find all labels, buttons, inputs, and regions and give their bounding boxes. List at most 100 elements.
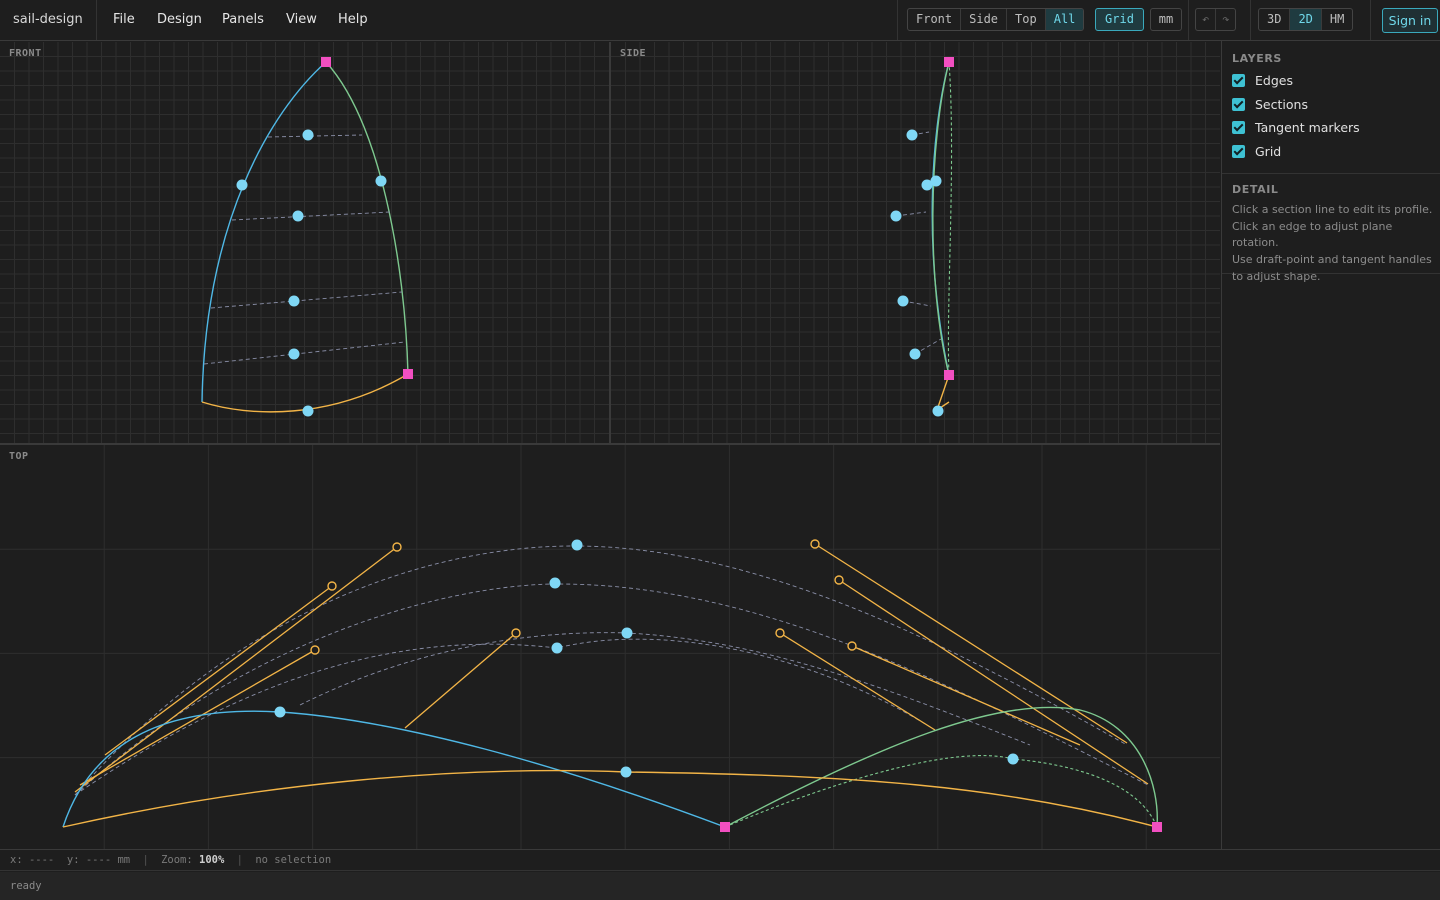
checkbox-checked-icon[interactable] [1232, 74, 1245, 88]
layer-tangent-markers-toggle[interactable]: Tangent markers [1232, 116, 1440, 140]
section-line[interactable] [210, 291, 403, 309]
draft-point-handle[interactable] [288, 295, 300, 307]
tangent-handle[interactable] [392, 542, 402, 552]
front-grid [0, 42, 609, 443]
sidebar: LAYERS Edges Sections Tangent markers Gr… [1221, 41, 1440, 849]
tangent-handle[interactable] [327, 581, 337, 591]
tangent-handle[interactable] [775, 628, 785, 638]
tangent-marker[interactable] [104, 585, 333, 756]
detail-line: to adjust shape. [1232, 269, 1321, 283]
checkbox-checked-icon[interactable] [1232, 97, 1245, 111]
menu-design[interactable]: Design [157, 12, 202, 27]
status-separator: | [142, 854, 149, 866]
top-grid [0, 445, 1220, 849]
draft-point-handle[interactable] [302, 129, 314, 141]
redo-icon[interactable]: ↷ [1216, 9, 1235, 30]
detail-line: Use draft-point and tangent handles [1232, 253, 1432, 267]
draft-point-handle[interactable] [551, 642, 563, 654]
leech-edge-projection[interactable] [724, 755, 1158, 828]
menu-view[interactable]: View [286, 12, 317, 27]
status-separator: | [236, 854, 243, 866]
mode-3d-button[interactable]: 3D [1259, 9, 1291, 30]
section-line[interactable] [74, 583, 1149, 796]
draft-point-handle[interactable] [897, 295, 909, 307]
layers-title: LAYERS [1232, 52, 1282, 65]
leech-edge-projection[interactable] [947, 61, 953, 376]
draft-point-handle[interactable] [906, 129, 918, 141]
clew-corner-point[interactable] [403, 369, 413, 379]
grid-toggle-button[interactable]: Grid [1095, 8, 1144, 31]
footer-log: ready [0, 872, 1440, 900]
tangent-handle[interactable] [847, 641, 857, 651]
edge-handle[interactable] [1007, 753, 1019, 765]
cursor-coords: x: ---- y: ---- mm [10, 854, 131, 866]
front-canvas[interactable] [0, 42, 609, 443]
view-all-button[interactable]: All [1045, 9, 1084, 30]
tangent-marker[interactable] [79, 649, 316, 786]
tangent-handle[interactable] [834, 575, 844, 585]
top-viewport[interactable]: TOP [0, 445, 1220, 849]
draft-point-handle[interactable] [549, 577, 561, 589]
section-line[interactable] [299, 632, 1031, 746]
head-corner-point[interactable] [321, 57, 331, 67]
edge-handle[interactable] [620, 766, 632, 778]
draft-point-handle[interactable] [288, 348, 300, 360]
side-canvas[interactable] [611, 42, 1220, 443]
menu-file[interactable]: File [113, 12, 135, 27]
edge-handle[interactable] [932, 405, 944, 417]
leech-edge[interactable] [325, 61, 409, 375]
head-corner-point[interactable] [944, 57, 954, 67]
draft-point-handle[interactable] [909, 348, 921, 360]
view-front-button[interactable]: Front [908, 9, 962, 30]
edge-handle[interactable] [375, 175, 387, 187]
draft-point-handle[interactable] [292, 210, 304, 222]
tangent-marker[interactable] [851, 645, 1081, 746]
view-switcher: Front Side Top All [907, 8, 1085, 31]
history-group: ↶ ↷ [1195, 8, 1237, 31]
layer-sections-toggle[interactable]: Sections [1232, 93, 1440, 117]
clew-corner-point[interactable] [944, 370, 954, 380]
mode-2d-button[interactable]: 2D [1290, 9, 1322, 30]
mode-hm-button[interactable]: HM [1322, 9, 1352, 30]
draft-point-handle[interactable] [621, 627, 633, 639]
layer-grid-toggle[interactable]: Grid [1232, 140, 1440, 164]
luff-edge[interactable] [201, 61, 327, 403]
draft-point-handle[interactable] [571, 539, 583, 551]
tangent-handle[interactable] [810, 539, 820, 549]
menu-panels[interactable]: Panels [222, 12, 264, 27]
view-top-button[interactable]: Top [1007, 9, 1046, 30]
signin-button[interactable]: Sign in [1382, 8, 1438, 33]
zoom-prefix: Zoom: [161, 854, 193, 866]
unit-button[interactable]: mm [1150, 8, 1182, 31]
tangent-handle[interactable] [310, 645, 320, 655]
tangent-marker[interactable] [74, 546, 398, 793]
side-grid [611, 42, 1220, 443]
selection-status: no selection [255, 854, 332, 866]
clew-corner-point[interactable] [1152, 822, 1162, 832]
foot-edge[interactable] [62, 769, 1158, 828]
tangent-marker[interactable] [404, 632, 517, 729]
top-canvas[interactable] [0, 445, 1220, 849]
draft-point-handle[interactable] [890, 210, 902, 222]
tack-corner-point[interactable] [720, 822, 730, 832]
edge-handle[interactable] [236, 179, 248, 191]
side-pane-label: SIDE [620, 48, 647, 59]
layer-edges-toggle[interactable]: Edges [1232, 69, 1440, 93]
edge-handle[interactable] [274, 706, 286, 718]
detail-section: DETAIL Click a section line to edit its … [1222, 174, 1440, 283]
menu-help[interactable]: Help [338, 12, 368, 27]
view-side-button[interactable]: Side [961, 9, 1008, 30]
edge-handle[interactable] [930, 175, 942, 187]
edge-handle[interactable] [302, 405, 314, 417]
tangent-marker[interactable] [838, 579, 1149, 785]
tangent-marker[interactable] [779, 632, 936, 731]
status-bar: x: ---- y: ---- mm | Zoom: 100% | no sel… [0, 849, 1440, 871]
tangent-marker[interactable] [814, 543, 1128, 744]
checkbox-checked-icon[interactable] [1232, 121, 1245, 135]
checkbox-checked-icon[interactable] [1232, 144, 1245, 158]
side-viewport[interactable]: SIDE [611, 42, 1220, 443]
front-viewport[interactable]: FRONT [0, 42, 609, 443]
undo-icon[interactable]: ↶ [1196, 9, 1217, 30]
tangent-handle[interactable] [511, 628, 521, 638]
ready-status: ready [10, 880, 42, 892]
